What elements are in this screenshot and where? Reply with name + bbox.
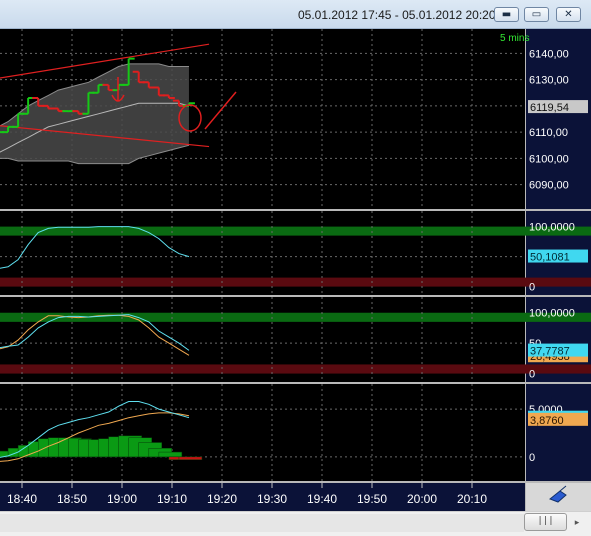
scroll-right-icon[interactable]: ▸	[571, 516, 583, 530]
window-title: 05.01.2012 17:45 - 05.01.2012 20:20	[298, 8, 496, 22]
panel-axis-bg	[526, 384, 591, 481]
chart-area[interactable]: 5 mins6140,006130,006120,006110,006100,0…	[0, 29, 591, 511]
time-axis-label: 20:10	[457, 492, 487, 506]
maximize-icon: ▭	[531, 9, 542, 20]
time-axis-label: 19:50	[357, 492, 387, 506]
horizontal-scrollbar[interactable]: ||| ▸	[0, 511, 591, 536]
maximize-button[interactable]: ▭	[524, 7, 549, 22]
price-axis-label: 6100,00	[529, 153, 569, 165]
interval-label: 5 mins	[500, 33, 529, 44]
macd-value-box: 3,8760	[530, 415, 564, 427]
overbought-zone	[0, 226, 591, 236]
price-axis-label: 6110,00	[529, 127, 568, 139]
minimize-icon: ▬	[501, 9, 512, 20]
time-axis-label: 19:20	[207, 492, 237, 506]
time-axis-label: 20:00	[407, 492, 437, 506]
scrollbar-track[interactable]	[0, 514, 524, 532]
osc1-axis-label: 100,0000	[529, 222, 575, 234]
oversold-zone	[0, 277, 591, 287]
close-button[interactable]: ✕	[556, 7, 581, 22]
time-axis-label: 19:00	[107, 492, 137, 506]
time-axis-label: 19:40	[307, 492, 337, 506]
osc1-value-box: 50,1081	[530, 252, 570, 264]
time-axis-label: 18:50	[57, 492, 87, 506]
minimize-button[interactable]: ▬	[494, 7, 519, 22]
price-axis-label: 6130,00	[529, 75, 569, 87]
panel-2: 100,0000 0 50,1081	[0, 211, 591, 295]
osc2-value-box: 37,7787	[530, 346, 570, 358]
time-axis-label: 18:40	[7, 492, 37, 506]
close-icon: ✕	[564, 9, 573, 20]
time-axis-label: 19:30	[257, 492, 287, 506]
title-bar[interactable]: 05.01.2012 17:45 - 05.01.2012 20:20 ▬ ▭ …	[0, 0, 591, 29]
price-axis-label: 6140,00	[529, 48, 569, 60]
osc1-axis-label: 0	[529, 282, 535, 294]
time-axis-label: 19:10	[157, 492, 187, 506]
panel-4: 5,000004,10063,8760	[0, 384, 591, 481]
panel-3: 100,000050028,493837,7787	[0, 297, 591, 382]
macd-axis-label: 0	[529, 452, 535, 464]
panel-1: 5 mins6140,006130,006120,006110,006100,0…	[0, 29, 591, 209]
histogram-bar	[178, 456, 203, 460]
price-axis-label: 6090,00	[529, 180, 569, 192]
osc2-axis-label: 100,0000	[529, 308, 575, 320]
chart-canvas[interactable]: 5 mins6140,006130,006120,006110,006100,0…	[0, 29, 591, 511]
chart-window: 05.01.2012 17:45 - 05.01.2012 20:20 ▬ ▭ …	[0, 0, 591, 536]
last-price-box: 6119,54	[530, 102, 569, 114]
osc2-axis-label: 0	[529, 369, 535, 381]
oversold-zone	[0, 364, 591, 374]
scrollbar-thumb[interactable]: |||	[524, 513, 567, 531]
histogram-bar	[158, 451, 183, 458]
